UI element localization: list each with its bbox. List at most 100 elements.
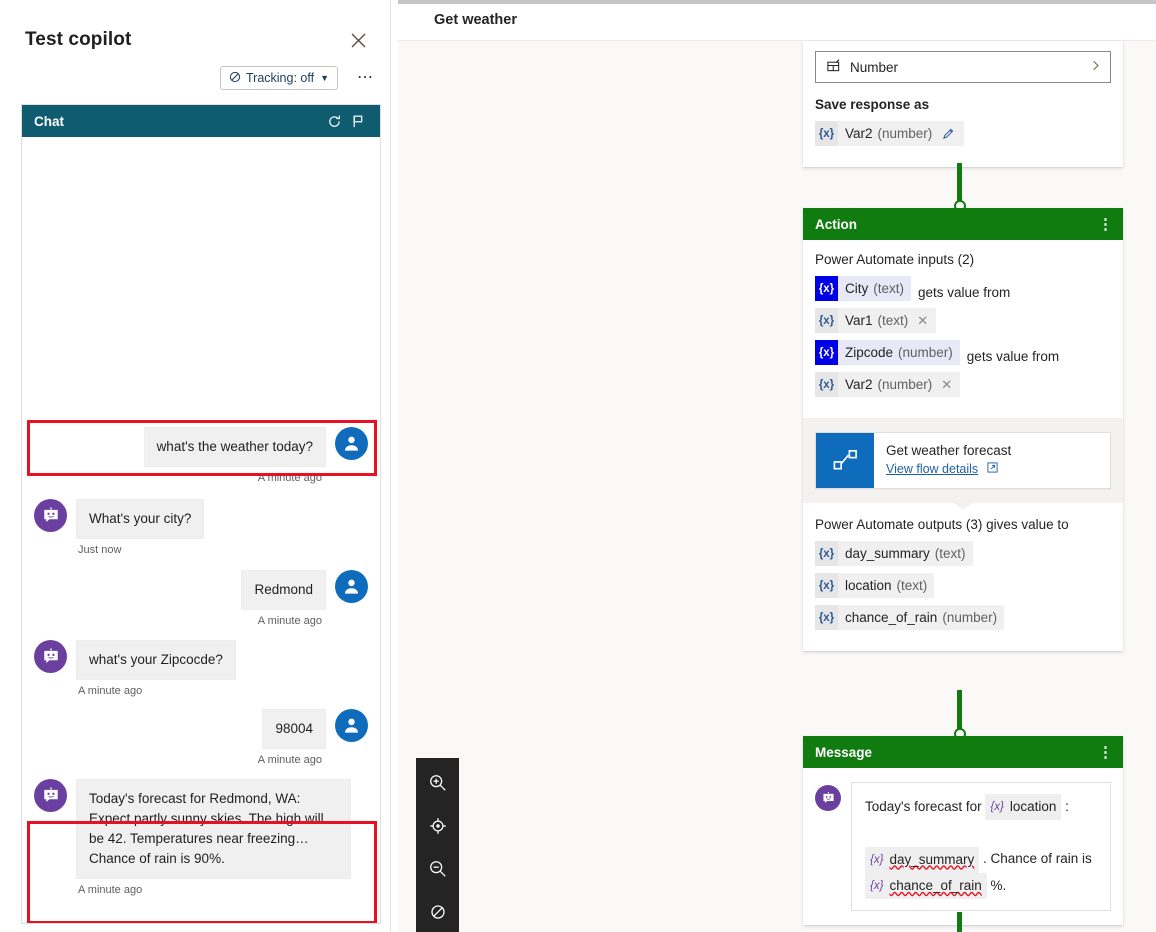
chat-message-user: what's the weather today?	[22, 427, 380, 467]
flow-card[interactable]: Get weather forecast View flow details	[815, 432, 1111, 489]
canvas-top-strip	[398, 0, 1156, 4]
bot-avatar-icon	[815, 785, 841, 811]
input-value-chip-var1[interactable]: {x} Var1 (text) ✕	[815, 308, 937, 333]
flow-card-band: Get weather forecast View flow details	[803, 418, 1123, 503]
power-automate-inputs-label: Power Automate inputs (2)	[815, 252, 975, 267]
input-value-chip-var2[interactable]: {x} Var2 (number) ✕	[815, 372, 961, 397]
action-node-header: Action ⋮	[803, 208, 1123, 240]
parameter-name: Zipcode	[845, 345, 894, 360]
more-options-button[interactable]: ⋯	[357, 68, 374, 88]
message-node-title: Message	[815, 744, 873, 760]
variable-type: (number)	[877, 377, 933, 392]
message-text-card[interactable]: Today's forecast for {x} location : {x} …	[851, 782, 1111, 912]
variable-badge-icon: {x}	[815, 605, 838, 630]
message-timestamp: A minute ago	[257, 615, 322, 627]
output-chip-location[interactable]: {x} location (text)	[815, 573, 935, 598]
message-timestamp: Just now	[78, 544, 122, 556]
close-icon[interactable]	[345, 27, 371, 53]
fit-to-screen-icon[interactable]	[424, 812, 452, 840]
chat-message-user: 98004	[22, 709, 380, 749]
variable-badge-icon: {x}	[815, 340, 838, 365]
connector-message-below	[957, 912, 962, 932]
variable-badge-icon: {x}	[815, 121, 838, 146]
input-mapping-row: {x} Zipcode (number) gets value from	[815, 340, 1111, 372]
message-timestamp: A minute ago	[257, 472, 322, 484]
message-bubble: what's your Zipcocde?	[76, 640, 236, 680]
message-bubble: what's the weather today?	[143, 427, 326, 467]
external-link-icon	[987, 460, 998, 477]
message-timestamp: A minute ago	[78, 884, 143, 896]
refresh-icon[interactable]	[322, 109, 346, 133]
action-node[interactable]: Action ⋮ Power Automate inputs (2) {x} C…	[803, 208, 1123, 651]
parameter-type: (number)	[898, 345, 953, 360]
input-parameter-chip-zipcode[interactable]: {x} Zipcode (number)	[815, 340, 960, 365]
avatar	[34, 499, 67, 532]
avatar	[335, 427, 368, 460]
chat-window: Chat what's the weather today? A minute …	[21, 104, 381, 924]
variable-name: location	[1009, 799, 1057, 815]
save-response-label: Save response as	[815, 97, 930, 112]
action-node-menu-button[interactable]: ⋮	[1098, 217, 1113, 232]
save-response-variable-chip[interactable]: {x} Var2 (number)	[815, 121, 965, 146]
variable-name: day_summary	[845, 546, 930, 561]
variable-type: (text)	[877, 313, 909, 328]
chat-message-list: what's the weather today? A minute ago W…	[22, 137, 380, 923]
chat-message-bot: What's your city?	[22, 499, 380, 539]
flow-canvas[interactable]: Get weather Number Save response as {x} …	[398, 0, 1156, 932]
flag-icon[interactable]	[346, 109, 370, 133]
entity-select-label: Number	[850, 59, 899, 75]
variable-badge-icon: {x}	[870, 880, 884, 893]
view-flow-details-label: View flow details	[886, 462, 979, 476]
output-chip-chance-of-rain[interactable]: {x} chance_of_rain (number)	[815, 605, 1005, 630]
panel-toolbar: Tracking: off ▼ ⋯	[0, 66, 391, 96]
view-flow-details-link[interactable]: View flow details	[886, 460, 1011, 478]
message-node[interactable]: Message ⋮ Today's forecast for {x} locat…	[803, 736, 1123, 926]
output-chip-row: {x} chance_of_rain (number)	[815, 605, 1111, 637]
entity-icon	[826, 58, 841, 76]
message-bubble: Today's forecast for Redmond, WA: Expect…	[76, 779, 351, 879]
message-text-middle: . Chance of rain is	[982, 851, 1092, 867]
input-value-row: {x} Var1 (text) ✕	[815, 308, 1111, 340]
remove-icon[interactable]: ✕	[915, 313, 936, 329]
zoom-in-icon[interactable]	[424, 769, 452, 797]
variable-badge-icon: {x}	[815, 573, 838, 598]
canvas-header: Get weather	[398, 0, 1156, 41]
band-notch	[954, 418, 972, 425]
message-variable-chance-of-rain[interactable]: {x} chance_of_rain	[865, 873, 987, 900]
avatar	[34, 779, 67, 812]
parameter-type: (text)	[873, 281, 905, 296]
tracking-off-icon	[229, 71, 241, 86]
variable-name: Var2	[845, 126, 873, 141]
variable-name: chance_of_rain	[845, 610, 938, 625]
remove-icon[interactable]: ✕	[939, 377, 960, 393]
variable-badge-icon: {x}	[815, 372, 838, 397]
entity-select[interactable]: Number	[815, 51, 1111, 83]
output-chip-day-summary[interactable]: {x} day_summary (text)	[815, 541, 973, 566]
avatar	[335, 570, 368, 603]
chat-header: Chat	[22, 105, 380, 137]
chat-message-bot: Today's forecast for Redmond, WA: Expect…	[22, 779, 380, 879]
message-text-colon: :	[1065, 799, 1069, 814]
avatar	[335, 709, 368, 742]
message-variable-day-summary[interactable]: {x} day_summary	[865, 846, 980, 873]
message-text-before: Today's forecast for	[865, 799, 982, 814]
chat-message-user: Redmond	[22, 570, 380, 610]
input-parameter-chip-city[interactable]: {x} City (text)	[815, 276, 912, 301]
zoom-out-icon[interactable]	[424, 855, 452, 883]
message-variable-location[interactable]: {x} location	[985, 794, 1062, 821]
power-automate-outputs-label: Power Automate outputs (3) gives value t…	[815, 517, 1069, 532]
message-node-menu-button[interactable]: ⋮	[1098, 745, 1113, 760]
output-chip-row: {x} location (text)	[815, 573, 1111, 605]
output-chip-row: {x} day_summary (text)	[815, 541, 1111, 573]
reset-zoom-icon[interactable]	[424, 898, 452, 926]
message-text-end: %.	[990, 877, 1007, 893]
test-copilot-panel: Test copilot Tracking: off ▼ ⋯ Chat what…	[0, 0, 391, 932]
pencil-icon[interactable]	[939, 127, 964, 140]
tracking-toggle-button[interactable]: Tracking: off ▼	[219, 66, 338, 90]
input-mapping-row: {x} City (text) gets value from	[815, 276, 1111, 308]
avatar	[34, 640, 67, 673]
variable-name: chance_of_rain	[889, 878, 982, 894]
variable-type: (text)	[934, 546, 966, 561]
band-notch-lower	[954, 503, 972, 510]
question-node[interactable]: Number Save response as {x} Var2 (number…	[803, 41, 1123, 167]
